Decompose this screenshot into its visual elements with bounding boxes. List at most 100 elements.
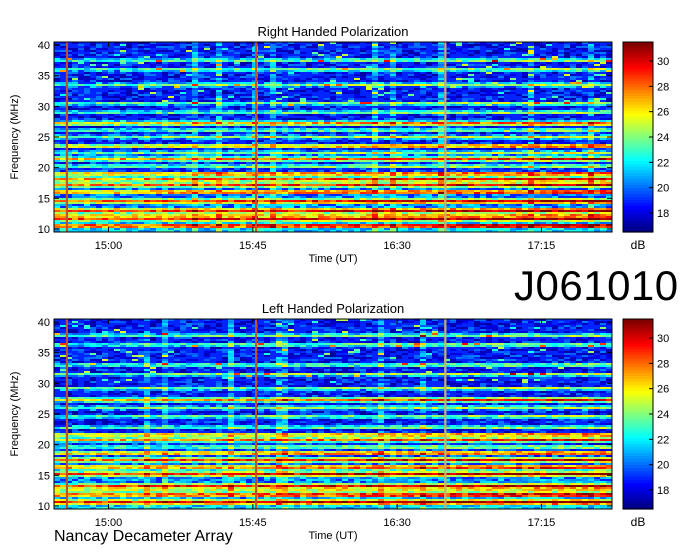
heatmap-cell <box>300 144 306 146</box>
heatmap-cell <box>318 122 324 124</box>
heatmap-cell <box>150 170 156 172</box>
heatmap-cell <box>312 160 318 162</box>
heatmap-cell <box>270 144 276 146</box>
heatmap-cell <box>180 86 186 88</box>
heatmap-cell <box>588 58 594 60</box>
heatmap-cell <box>552 98 558 100</box>
heatmap-cell <box>432 70 438 72</box>
heatmap-cell <box>228 126 234 128</box>
heatmap-cell <box>588 106 594 108</box>
heatmap-cell <box>72 66 78 68</box>
heatmap-cell <box>186 180 192 182</box>
heatmap-cell <box>546 112 552 114</box>
heatmap-cell <box>192 172 198 174</box>
heatmap-cell <box>606 102 612 104</box>
heatmap-cell <box>162 106 168 108</box>
heatmap-cell <box>306 100 312 102</box>
heatmap-cell <box>582 122 588 124</box>
heatmap-cell <box>54 142 60 144</box>
heatmap-cell <box>246 174 252 176</box>
heatmap-cell <box>300 82 306 84</box>
heatmap-cell <box>564 128 570 130</box>
heatmap-cell <box>90 116 96 118</box>
heatmap-cell <box>588 160 594 162</box>
heatmap-cell <box>390 156 396 158</box>
heatmap-cell <box>534 92 540 94</box>
heatmap-cell <box>144 80 150 82</box>
heatmap-cell <box>216 126 222 128</box>
heatmap-cell <box>498 118 504 120</box>
heatmap-cell <box>426 112 432 114</box>
heatmap-cell <box>486 166 492 168</box>
heatmap-cell <box>348 134 354 136</box>
heatmap-cell <box>222 76 228 78</box>
heatmap-cell <box>582 48 588 50</box>
heatmap-cell <box>456 106 462 108</box>
heatmap-cell <box>198 136 204 138</box>
heatmap-cell <box>390 118 396 120</box>
heatmap-cell <box>432 140 438 142</box>
heatmap-cell <box>576 162 582 164</box>
heatmap-cell <box>474 124 480 126</box>
heatmap-cell <box>294 160 300 162</box>
heatmap-cell <box>564 124 570 126</box>
heatmap-cell <box>348 114 354 116</box>
heatmap-cell <box>72 174 78 176</box>
heatmap-cell <box>576 172 582 174</box>
heatmap-cell <box>102 70 108 72</box>
heatmap-cell <box>84 120 90 122</box>
heatmap-cell <box>420 118 426 120</box>
heatmap-cell <box>186 154 192 156</box>
heatmap-cell <box>450 136 456 138</box>
heatmap-cell <box>324 56 330 58</box>
heatmap-cell <box>318 172 324 174</box>
heatmap-cell <box>198 120 204 122</box>
heatmap-cell <box>150 154 156 156</box>
heatmap-cell <box>282 64 288 66</box>
heatmap-cell <box>540 86 546 88</box>
heatmap-cell <box>198 158 204 160</box>
heatmap-cell <box>84 150 90 152</box>
heatmap-cell <box>576 66 582 68</box>
heatmap-cell <box>108 90 114 92</box>
heatmap-cell <box>216 176 222 178</box>
heatmap-cell <box>414 156 420 158</box>
heatmap-cell <box>480 168 486 170</box>
heatmap-cell <box>198 92 204 94</box>
heatmap-cell <box>576 90 582 92</box>
heatmap-cell <box>372 118 378 120</box>
heatmap-cell <box>138 124 144 126</box>
heatmap-cell <box>360 148 366 150</box>
heatmap-cell <box>294 94 300 96</box>
heatmap-cell <box>348 178 354 180</box>
heatmap-cell <box>456 142 462 144</box>
heatmap-cell <box>216 106 222 108</box>
heatmap-cell <box>534 144 540 146</box>
heatmap-cell <box>528 124 534 126</box>
heatmap-cell <box>456 82 462 84</box>
heatmap-cell <box>186 138 192 140</box>
heatmap-cell <box>54 64 60 66</box>
heatmap-cell <box>288 146 294 148</box>
heatmap-cell <box>432 100 438 102</box>
heatmap-cell <box>126 178 132 180</box>
heatmap-cell <box>192 50 198 52</box>
heatmap-cell <box>72 94 78 96</box>
heatmap-cell <box>210 102 216 104</box>
heatmap-cell <box>162 78 168 80</box>
heatmap-cell <box>72 86 78 88</box>
heatmap-cell <box>174 74 180 76</box>
heatmap-cell <box>426 130 432 132</box>
heatmap-cell <box>414 138 420 140</box>
heatmap-cell <box>570 78 576 80</box>
heatmap-cell <box>150 68 156 70</box>
heatmap-cell <box>336 160 342 162</box>
heatmap-cell <box>540 122 546 124</box>
heatmap-cell <box>300 124 306 126</box>
heatmap-cell <box>186 46 192 48</box>
heatmap-cell <box>474 102 480 104</box>
heatmap-cell <box>564 88 570 90</box>
heatmap-cell <box>516 136 522 138</box>
heatmap-cell <box>420 74 426 76</box>
heatmap-cell <box>222 80 228 82</box>
